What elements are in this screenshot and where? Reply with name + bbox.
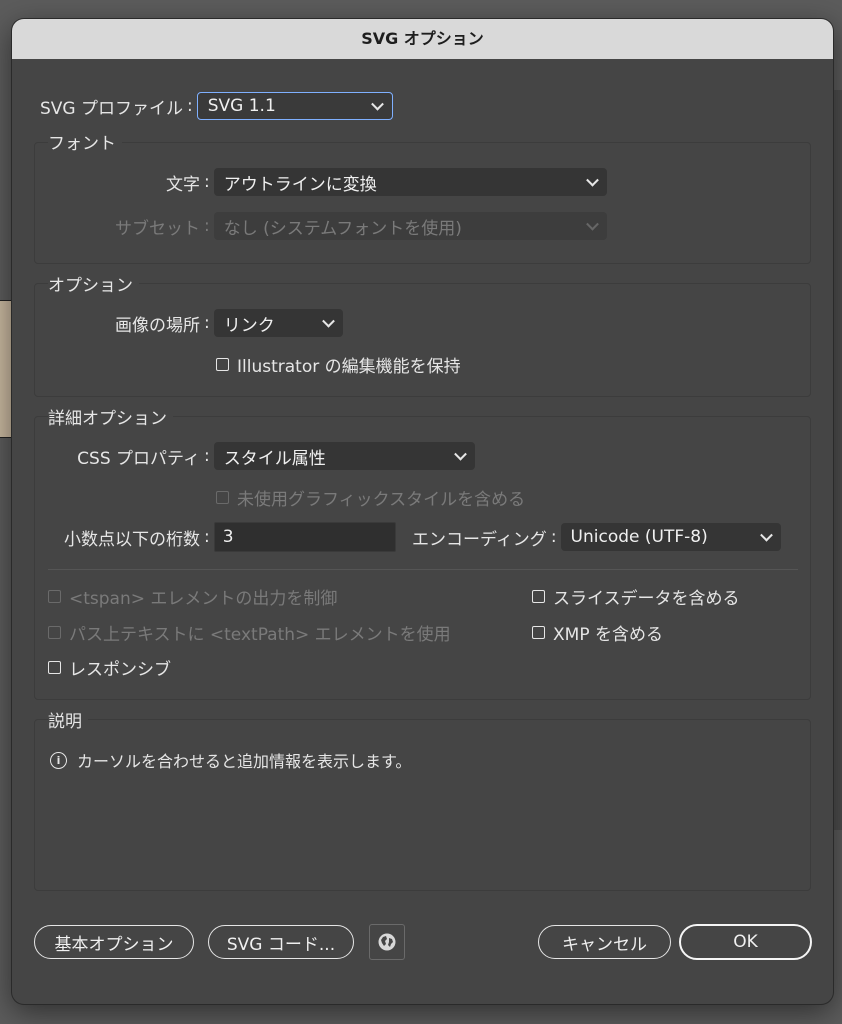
unused-styles-row: 未使用グラフィックスタイルを含める <box>216 485 525 510</box>
css-properties-select[interactable]: スタイル属性 <box>213 442 475 470</box>
decimal-places-row: 小数点以下の桁数 : 3 <box>40 522 396 552</box>
options-group <box>34 283 811 397</box>
encoding-select[interactable]: Unicode (UTF-8) <box>560 523 781 551</box>
unused-styles-checkbox <box>216 491 229 504</box>
profile-row: SVG プロファイル : SVG 1.1 <box>40 92 393 120</box>
font-subset-select: なし (システムフォントを使用) <box>213 212 607 240</box>
xmp-label: XMP を含める <box>553 625 663 645</box>
preserve-editing-row[interactable]: Illustrator の編集機能を保持 <box>216 352 461 377</box>
image-location-value: リンク <box>223 315 275 336</box>
font-subset-row: サブセット : なし (システムフォントを使用) <box>40 212 607 240</box>
ok-button[interactable]: OK <box>679 924 812 960</box>
description-row: i カーソルを合わせると追加情報を表示します。 <box>50 748 411 772</box>
font-type-row: 文字 : アウトラインに変換 <box>40 168 607 196</box>
tspan-row: <tspan> エレメントの出力を制御 <box>48 584 337 609</box>
fonts-group <box>34 142 811 264</box>
textpath-label: パス上テキストに <textPath> エレメントを使用 <box>69 625 451 645</box>
font-type-value: アウトラインに変換 <box>223 174 377 195</box>
textpath-checkbox <box>48 626 61 639</box>
css-properties-value: スタイル属性 <box>223 448 326 469</box>
font-type-select[interactable]: アウトラインに変換 <box>213 168 607 196</box>
encoding-row: エンコーディング : Unicode (UTF-8) <box>412 523 781 551</box>
decimal-places-input[interactable]: 3 <box>213 522 396 552</box>
encoding-label: エンコーディング <box>412 529 547 550</box>
slice-data-checkbox[interactable] <box>532 590 545 603</box>
advanced-group-title: 詳細オプション <box>48 404 173 429</box>
encoding-value: Unicode (UTF-8) <box>570 527 708 547</box>
description-text: カーソルを合わせると追加情報を表示します。 <box>77 752 412 771</box>
profile-label: SVG プロファイル <box>40 98 183 119</box>
xmp-row[interactable]: XMP を含める <box>532 620 663 645</box>
font-type-label: 文字 <box>166 174 200 195</box>
web-preview-button[interactable] <box>369 924 405 960</box>
options-group-title: オプション <box>48 271 139 296</box>
xmp-checkbox[interactable] <box>532 626 545 639</box>
chevron-down-icon <box>370 97 384 111</box>
tspan-checkbox <box>48 590 61 603</box>
chevron-down-icon <box>585 173 599 187</box>
dialog-title: SVG オプション <box>12 19 833 59</box>
chevron-down-icon <box>321 314 335 328</box>
description-group-title: 説明 <box>48 707 88 732</box>
css-properties-row: CSS プロパティ : スタイル属性 <box>40 442 475 470</box>
description-group <box>34 719 811 891</box>
image-location-label: 画像の場所 <box>115 315 200 336</box>
globe-icon <box>378 933 396 951</box>
info-icon: i <box>50 751 67 769</box>
less-options-button[interactable]: 基本オプション <box>34 925 194 959</box>
font-subset-value: なし (システムフォントを使用) <box>223 218 462 239</box>
chevron-down-icon <box>585 217 599 231</box>
textpath-row: パス上テキストに <textPath> エレメントを使用 <box>48 620 451 645</box>
css-properties-label: CSS プロパティ <box>77 448 200 469</box>
cancel-button[interactable]: キャンセル <box>538 925 671 959</box>
image-location-row: 画像の場所 : リンク <box>40 309 343 337</box>
preserve-editing-label: Illustrator の編集機能を保持 <box>237 357 461 377</box>
advanced-divider <box>48 569 798 570</box>
svg-code-button[interactable]: SVG コード... <box>208 925 354 959</box>
slice-data-row[interactable]: スライスデータを含める <box>532 584 740 609</box>
responsive-row[interactable]: レスポンシブ <box>48 655 171 680</box>
responsive-label: レスポンシブ <box>69 660 171 680</box>
profile-select[interactable]: SVG 1.1 <box>196 92 393 120</box>
background-app-panel <box>832 90 842 830</box>
preserve-editing-checkbox[interactable] <box>216 358 229 371</box>
chevron-down-icon <box>453 447 467 461</box>
responsive-checkbox[interactable] <box>48 661 61 674</box>
profile-value: SVG 1.1 <box>207 96 276 116</box>
image-location-select[interactable]: リンク <box>213 309 343 337</box>
tspan-label: <tspan> エレメントの出力を制御 <box>69 589 338 609</box>
svg-options-dialog: SVG オプション SVG プロファイル : SVG 1.1 フォント 文字 :… <box>12 19 833 1004</box>
fonts-group-title: フォント <box>48 129 122 154</box>
decimal-places-label: 小数点以下の桁数 <box>64 529 200 550</box>
chevron-down-icon <box>759 528 773 542</box>
unused-styles-label: 未使用グラフィックスタイルを含める <box>237 490 526 510</box>
slice-data-label: スライスデータを含める <box>553 589 740 609</box>
font-subset-label: サブセット <box>115 218 200 239</box>
